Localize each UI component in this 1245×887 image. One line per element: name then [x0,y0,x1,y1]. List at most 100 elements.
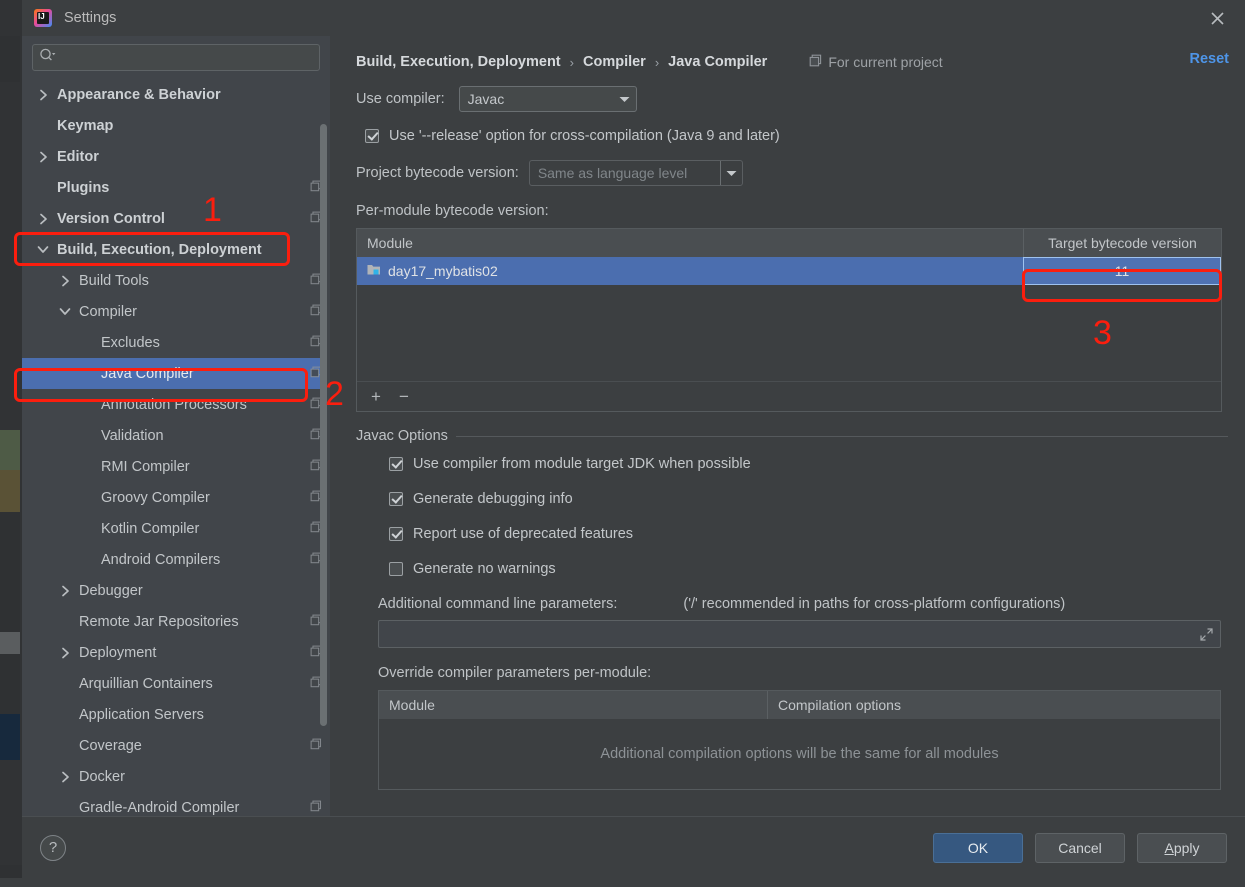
ide-backdrop-strip [0,512,20,632]
search-wrapper [22,36,330,77]
ide-backdrop-strip [0,878,1245,887]
sidebar-item-label: Coverage [79,737,142,754]
dialog-body: Appearance & Behavior Keymap Editor Plugins… [22,36,1245,816]
column-header-module[interactable]: Module [379,691,767,719]
project-bytecode-row: Project bytecode version: Same as langua… [356,160,1233,186]
sidebar-item-java-compiler[interactable]: Java Compiler [22,358,330,389]
sidebar-item-label: RMI Compiler [101,458,190,475]
group-divider [455,435,1228,437]
column-header-target-bytecode[interactable]: Target bytecode version [1023,229,1221,257]
javac-option-checkbox[interactable]: Use compiler from module target JDK when… [389,456,1233,472]
chevron-right-icon[interactable] [36,213,50,225]
module-folder-icon [367,263,381,279]
dialog-footer: ? OK Cancel Apply [22,816,1245,878]
override-table-empty: Additional compilation options will be t… [379,719,1220,789]
intellij-logo-icon: IJ [34,9,52,27]
checkbox-indicator [365,129,379,143]
cancel-button[interactable]: Cancel [1035,832,1125,863]
sidebar-item-groovy-compiler[interactable]: Groovy Compiler [22,482,330,513]
ide-backdrop-strip [0,470,20,512]
chevron-down-icon[interactable] [58,307,72,316]
search-box[interactable] [32,44,320,71]
sidebar-item-compiler[interactable]: Compiler [22,296,330,327]
sidebar-item-keymap[interactable]: Keymap [22,110,330,141]
chevron-right-icon[interactable] [36,89,50,101]
use-compiler-dropdown[interactable]: Javac [458,86,637,112]
table-row[interactable]: day17_mybatis02 11 [357,257,1221,285]
additional-params-header: Additional command line parameters: ('/'… [378,596,1233,612]
javac-option-checkbox[interactable]: Report use of deprecated features [389,526,1233,542]
sidebar-item-rmi-compiler[interactable]: RMI Compiler [22,451,330,482]
logo-text: IJ [38,12,45,21]
sidebar-item-debugger[interactable]: Debugger [22,575,330,606]
sidebar-scrollbar[interactable] [320,124,327,726]
scope-label: For current project [828,54,943,70]
chevron-right-icon[interactable] [58,771,72,783]
apply-button[interactable]: Apply [1137,832,1227,863]
table-header-row: Module Compilation options [379,691,1220,719]
sidebar-item-label: Build, Execution, Deployment [57,241,262,258]
ide-backdrop-strip [0,36,20,82]
sidebar-item-label: Validation [101,427,164,444]
sidebar-item-annotation-processors[interactable]: Annotation Processors [22,389,330,420]
sidebar-item-label: Debugger [79,582,143,599]
module-name: day17_mybatis02 [388,263,498,279]
sidebar-item-application-servers[interactable]: Application Servers [22,699,330,730]
javac-option-checkbox[interactable]: Generate no warnings [389,561,1233,577]
release-option-checkbox[interactable]: Use '--release' option for cross-compila… [365,128,1233,144]
dialog-title-bar: IJ Settings [22,0,1245,36]
search-input[interactable] [59,50,313,65]
sidebar-item-gradle-android-compiler[interactable]: Gradle-Android Compiler [22,792,330,816]
search-icon [39,48,56,67]
use-compiler-value: Javac [467,91,505,107]
chevron-down-icon[interactable] [36,245,50,254]
reset-link[interactable]: Reset [1190,51,1230,67]
help-button[interactable]: ? [40,834,66,861]
sidebar-item-docker[interactable]: Docker [22,761,330,792]
sidebar-item-remote-jar-repositories[interactable]: Remote Jar Repositories [22,606,330,637]
sidebar-item-build-execution-deployment[interactable]: Build, Execution, Deployment [22,234,330,265]
sidebar-item-android-compilers[interactable]: Android Compilers [22,544,330,575]
sidebar-item-build-tools[interactable]: Build Tools [22,265,330,296]
chevron-right-icon[interactable] [58,647,72,659]
project-bytecode-dropdown[interactable]: Same as language level [528,160,743,186]
sidebar-item-label: Gradle-Android Compiler [79,799,240,816]
sidebar-item-arquillian-containers[interactable]: Arquillian Containers [22,668,330,699]
sidebar-item-appearance-behavior[interactable]: Appearance & Behavior [22,79,330,110]
breadcrumb-item-1[interactable]: Compiler [583,54,646,70]
per-module-section: Per-module bytecode version: [356,202,1233,220]
checkbox-indicator [389,457,403,471]
target-bytecode-value: 11 [1114,263,1130,279]
additional-params-field[interactable] [378,620,1221,648]
column-header-compilation-options[interactable]: Compilation options [767,691,1220,719]
settings-sidebar: Appearance & Behavior Keymap Editor Plugins… [22,36,330,816]
ide-backdrop-strip [0,714,20,760]
javac-checkbox-list: Use compiler from module target JDK when… [389,456,1233,577]
column-header-module[interactable]: Module [357,229,1023,257]
chevron-right-icon[interactable] [58,585,72,597]
chevron-right-icon[interactable] [58,275,72,287]
additional-params-input[interactable] [387,626,1212,642]
remove-module-button[interactable]: − [399,388,409,405]
sidebar-item-kotlin-compiler[interactable]: Kotlin Compiler [22,513,330,544]
apply-rest: pply [1173,839,1200,856]
sidebar-item-deployment[interactable]: Deployment [22,637,330,668]
breadcrumb-item-0[interactable]: Build, Execution, Deployment [356,54,561,70]
sidebar-item-version-control[interactable]: Version Control [22,203,330,234]
sidebar-item-label: Keymap [57,117,114,134]
sidebar-item-excludes[interactable]: Excludes [22,327,330,358]
project-scope-icon [809,54,822,70]
sidebar-item-plugins[interactable]: Plugins [22,172,330,203]
sidebar-item-editor[interactable]: Editor [22,141,330,172]
breadcrumb: Build, Execution, Deployment › Compiler … [356,36,1233,82]
sidebar-item-validation[interactable]: Validation [22,420,330,451]
chevron-right-icon[interactable] [36,151,50,163]
add-module-button[interactable]: + [371,388,381,405]
expand-editor-icon[interactable] [1200,628,1213,646]
ok-button[interactable]: OK [933,832,1023,863]
javac-option-checkbox[interactable]: Generate debugging info [389,491,1233,507]
close-icon[interactable] [1203,4,1231,32]
target-bytecode-cell[interactable]: 11 [1023,257,1221,285]
sidebar-item-coverage[interactable]: Coverage [22,730,330,761]
checkbox-indicator [389,527,403,541]
